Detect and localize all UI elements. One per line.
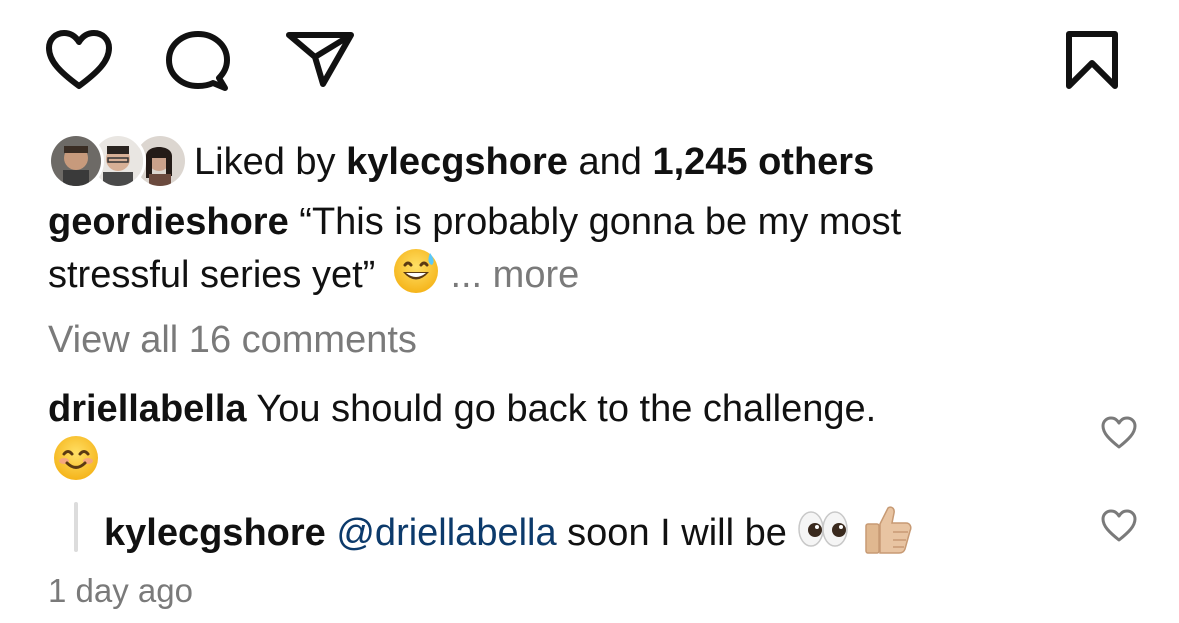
caption-line-1: geordieshore “This is probably gonna be … bbox=[48, 198, 901, 246]
comment-1-line-1: driellabella You should go back to the c… bbox=[48, 385, 876, 433]
caption-username[interactable]: geordieshore bbox=[48, 201, 289, 243]
caption-text-1: “This is probably gonna be my most bbox=[299, 201, 902, 243]
reply-indent-bar bbox=[74, 502, 78, 552]
comment-text: You should go back to the challenge. bbox=[256, 388, 877, 430]
eyes-icon bbox=[797, 509, 849, 561]
post-timestamp: 1 day ago bbox=[48, 572, 193, 609]
heart-outline-icon bbox=[44, 28, 114, 92]
like-button[interactable] bbox=[44, 28, 114, 92]
reply-username[interactable]: kylecgshore bbox=[104, 512, 326, 554]
grinning-face-with-sweat-icon bbox=[392, 247, 440, 307]
caption-text-2: stressful series yet” bbox=[48, 254, 376, 297]
bookmark-icon bbox=[1064, 30, 1120, 90]
comment-username[interactable]: driellabella bbox=[48, 388, 247, 430]
likes-conjunction: and bbox=[578, 141, 642, 183]
speech-bubble-icon bbox=[163, 28, 233, 94]
small-heart-icon bbox=[1100, 416, 1138, 450]
liker-username[interactable]: kylecgshore bbox=[346, 141, 568, 183]
view-all-comments-link[interactable]: View all 16 comments bbox=[48, 316, 417, 364]
reply-mention[interactable]: @driellabella bbox=[336, 512, 556, 554]
small-heart-icon bbox=[1100, 509, 1138, 543]
reply-text: soon I will be bbox=[567, 512, 787, 555]
likes-summary[interactable]: Liked by kylecgshore and 1,245 others bbox=[194, 138, 874, 186]
smiling-face-icon bbox=[52, 434, 100, 487]
paper-plane-icon bbox=[285, 30, 355, 90]
likes-prefix: Liked by bbox=[194, 141, 336, 183]
caption-line-2: stressful series yet” ... more bbox=[48, 247, 579, 307]
avatar bbox=[48, 133, 104, 189]
likes-others-count[interactable]: 1,245 others bbox=[652, 141, 874, 183]
caption-more-link[interactable]: ... more bbox=[450, 254, 579, 296]
reply-line: kylecgshore @driellabella soon I will be bbox=[104, 502, 914, 568]
comment-1-like-button[interactable] bbox=[1100, 416, 1138, 450]
thumbs-up-icon bbox=[860, 502, 914, 568]
comment-1-line-2 bbox=[52, 434, 100, 487]
liker-avatars[interactable] bbox=[48, 133, 188, 189]
save-button[interactable] bbox=[1064, 30, 1120, 90]
comment-button[interactable] bbox=[163, 28, 233, 94]
share-button[interactable] bbox=[285, 30, 355, 90]
reply-like-button[interactable] bbox=[1100, 509, 1138, 543]
